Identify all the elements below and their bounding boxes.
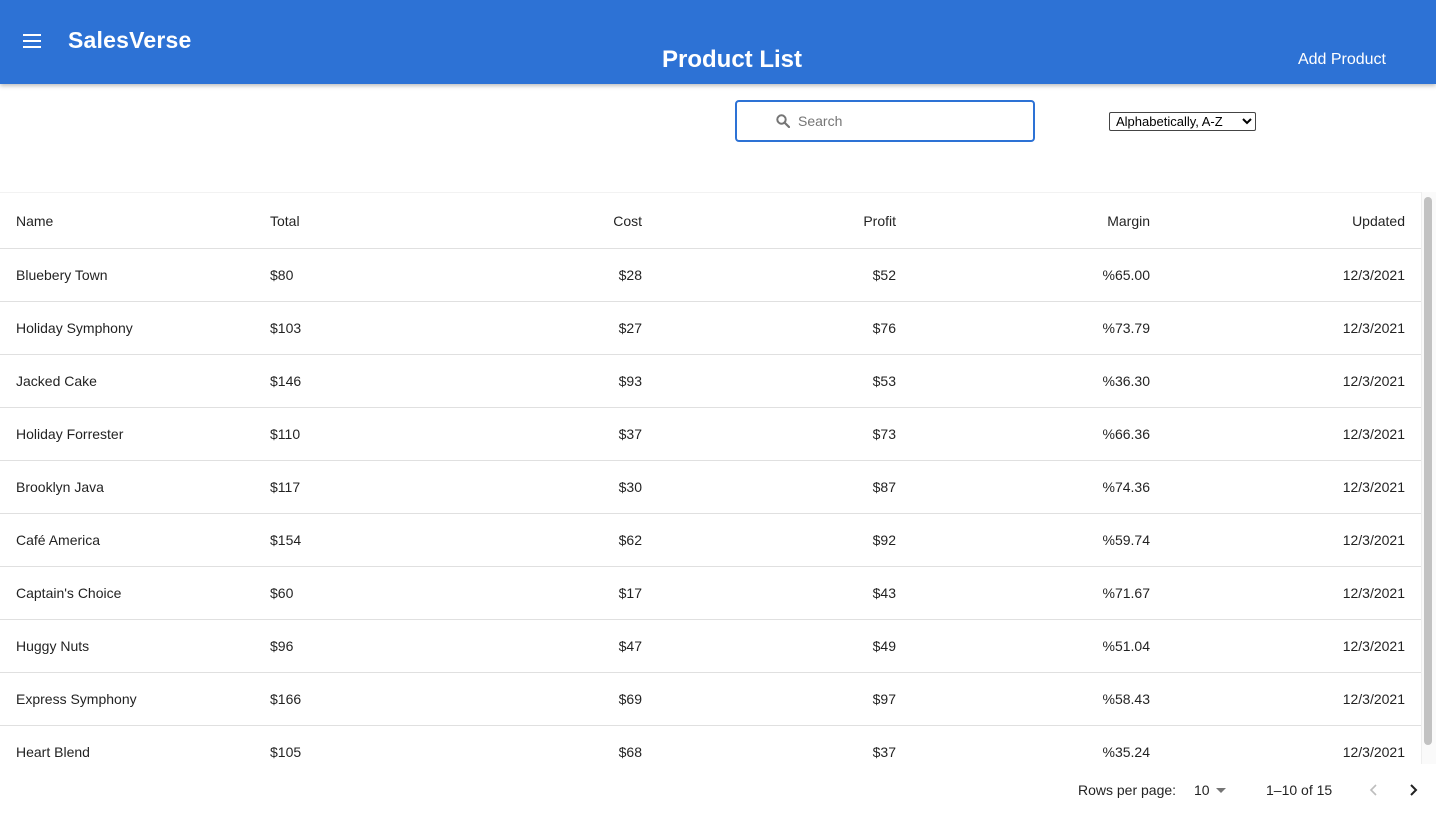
table-header-row: Name Total Cost Profit Margin Updated	[0, 193, 1421, 249]
cell-cost: $30	[404, 460, 658, 514]
column-header-total[interactable]: Total	[254, 193, 404, 249]
cell-profit: $87	[658, 460, 912, 514]
chevron-left-icon[interactable]	[1364, 778, 1384, 802]
cell-margin: %51.04	[912, 619, 1166, 673]
column-header-profit[interactable]: Profit	[658, 193, 912, 249]
search-box	[735, 100, 1035, 142]
cell-cost: $17	[404, 566, 658, 620]
table-row[interactable]: Captain's Choice $60 $17 $43 %71.67 12/3/2021	[0, 566, 1421, 620]
cell-name: Heart Blend	[0, 725, 254, 765]
cell-total: $80	[254, 248, 404, 302]
table-row[interactable]: Café America $154 $62 $92 %59.74 12/3/2021	[0, 513, 1421, 567]
cell-total: $60	[254, 566, 404, 620]
cell-name: Brooklyn Java	[0, 460, 254, 514]
cell-name: Captain's Choice	[0, 566, 254, 620]
cell-total: $146	[254, 354, 404, 408]
cell-total: $166	[254, 672, 404, 726]
cell-cost: $27	[404, 301, 658, 355]
cell-cost: $93	[404, 354, 658, 408]
cell-name: Express Symphony	[0, 672, 254, 726]
cell-profit: $73	[658, 407, 912, 461]
table-scrollbar-thumb[interactable]	[1424, 197, 1432, 745]
app-bar: SalesVerse Product List Add Product	[0, 0, 1436, 84]
rows-per-page-label: Rows per page:	[1078, 782, 1177, 798]
table-row[interactable]: Holiday Symphony $103 $27 $76 %73.79 12/3/202…	[0, 301, 1421, 355]
column-header-updated[interactable]: Updated	[1166, 193, 1421, 249]
cell-total: $110	[254, 407, 404, 461]
cell-name: Holiday Symphony	[0, 301, 254, 355]
cell-margin: %74.36	[912, 460, 1166, 514]
table-row[interactable]: Express Symphony $166 $69 $97 %58.43 12/3/202…	[0, 672, 1421, 726]
cell-cost: $68	[404, 725, 658, 765]
cell-margin: %65.00	[912, 248, 1166, 302]
pagination: Rows per page: 10 1–10 of 15	[0, 764, 1436, 815]
cell-cost: $47	[404, 619, 658, 673]
table-row[interactable]: Holiday Forrester $110 $37 $73 %66.36 12/3/20…	[0, 407, 1421, 461]
product-table: Name Total Cost Profit Margin Updated Bl…	[0, 193, 1421, 765]
cell-profit: $53	[658, 354, 912, 408]
table-row[interactable]: Huggy Nuts $96 $47 $49 %51.04 12/3/2021	[0, 619, 1421, 673]
page-range: 1–10 of 15	[1266, 782, 1333, 798]
cell-name: Bluebery Town	[0, 248, 254, 302]
cell-cost: $62	[404, 513, 658, 567]
cell-updated: 12/3/2021	[1166, 248, 1421, 302]
column-header-name[interactable]: Name	[0, 193, 254, 249]
cell-total: $105	[254, 725, 404, 765]
add-product-button[interactable]: Add Product	[1298, 51, 1386, 69]
cell-profit: $52	[658, 248, 912, 302]
sort-select[interactable]: Alphabetically, A-Z	[1109, 112, 1256, 131]
cell-updated: 12/3/2021	[1166, 619, 1421, 673]
cell-name: Café America	[0, 513, 254, 567]
cell-profit: $92	[658, 513, 912, 567]
cell-margin: %73.79	[912, 301, 1166, 355]
cell-margin: %58.43	[912, 672, 1166, 726]
cell-total: $154	[254, 513, 404, 567]
cell-profit: $49	[658, 619, 912, 673]
cell-name: Jacked Cake	[0, 354, 254, 408]
caret-down-icon[interactable]	[1216, 788, 1226, 793]
column-header-margin[interactable]: Margin	[912, 193, 1166, 249]
cell-total: $117	[254, 460, 404, 514]
search-input[interactable]	[798, 111, 1018, 131]
cell-cost: $69	[404, 672, 658, 726]
cell-updated: 12/3/2021	[1166, 672, 1421, 726]
cell-updated: 12/3/2021	[1166, 407, 1421, 461]
cell-profit: $37	[658, 725, 912, 765]
cell-updated: 12/3/2021	[1166, 354, 1421, 408]
cell-updated: 12/3/2021	[1166, 301, 1421, 355]
cell-updated: 12/3/2021	[1166, 460, 1421, 514]
cell-updated: 12/3/2021	[1166, 513, 1421, 567]
column-header-cost[interactable]: Cost	[404, 193, 658, 249]
table-row[interactable]: Brooklyn Java $117 $30 $87 %74.36 12/3/2021	[0, 460, 1421, 514]
rows-per-page-select[interactable]: 10	[1194, 782, 1210, 798]
cell-cost: $37	[404, 407, 658, 461]
cell-profit: $76	[658, 301, 912, 355]
cell-margin: %71.67	[912, 566, 1166, 620]
table-row[interactable]: Jacked Cake $146 $93 $53 %36.30 12/3/2021	[0, 354, 1421, 408]
cell-name: Huggy Nuts	[0, 619, 254, 673]
chevron-right-icon[interactable]	[1404, 778, 1424, 802]
search-icon	[776, 114, 790, 128]
table-row[interactable]: Heart Blend $105 $68 $37 %35.24 12/3/2021	[0, 725, 1421, 765]
cell-margin: %66.36	[912, 407, 1166, 461]
cell-updated: 12/3/2021	[1166, 566, 1421, 620]
cell-updated: 12/3/2021	[1166, 725, 1421, 765]
cell-cost: $28	[404, 248, 658, 302]
cell-total: $96	[254, 619, 404, 673]
cell-total: $103	[254, 301, 404, 355]
table-row[interactable]: Bluebery Town $80 $28 $52 %65.00 12/3/2021	[0, 248, 1421, 302]
cell-profit: $43	[658, 566, 912, 620]
cell-margin: %36.30	[912, 354, 1166, 408]
cell-margin: %35.24	[912, 725, 1166, 765]
cell-profit: $97	[658, 672, 912, 726]
page-title: Product List	[661, 46, 802, 73]
product-table-container: Name Total Cost Profit Margin Updated Bl…	[0, 192, 1421, 765]
cell-margin: %59.74	[912, 513, 1166, 567]
cell-name: Holiday Forrester	[0, 407, 254, 461]
